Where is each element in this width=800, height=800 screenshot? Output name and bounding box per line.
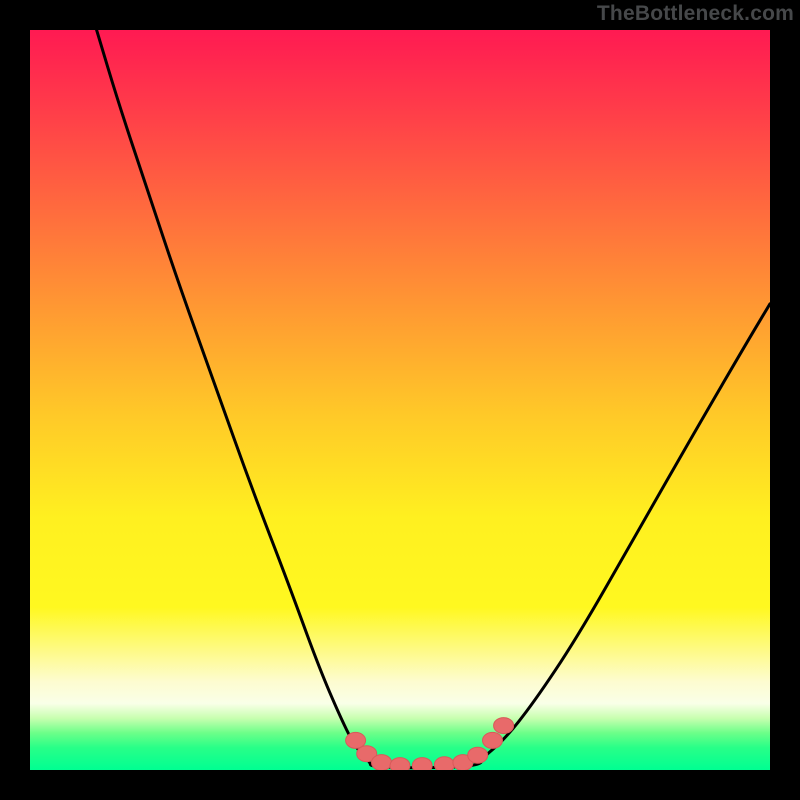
data-marker [494,718,514,734]
data-marker [468,747,488,763]
data-marker [412,758,432,770]
plot-area [30,30,770,770]
data-marker [483,732,503,748]
data-marker [390,758,410,770]
chart-svg [30,30,770,770]
outer-frame: TheBottleneck.com [0,0,800,800]
data-marker [372,755,392,770]
watermark-text: TheBottleneck.com [597,2,794,26]
trough-curve [97,30,770,768]
data-marker [434,757,454,770]
